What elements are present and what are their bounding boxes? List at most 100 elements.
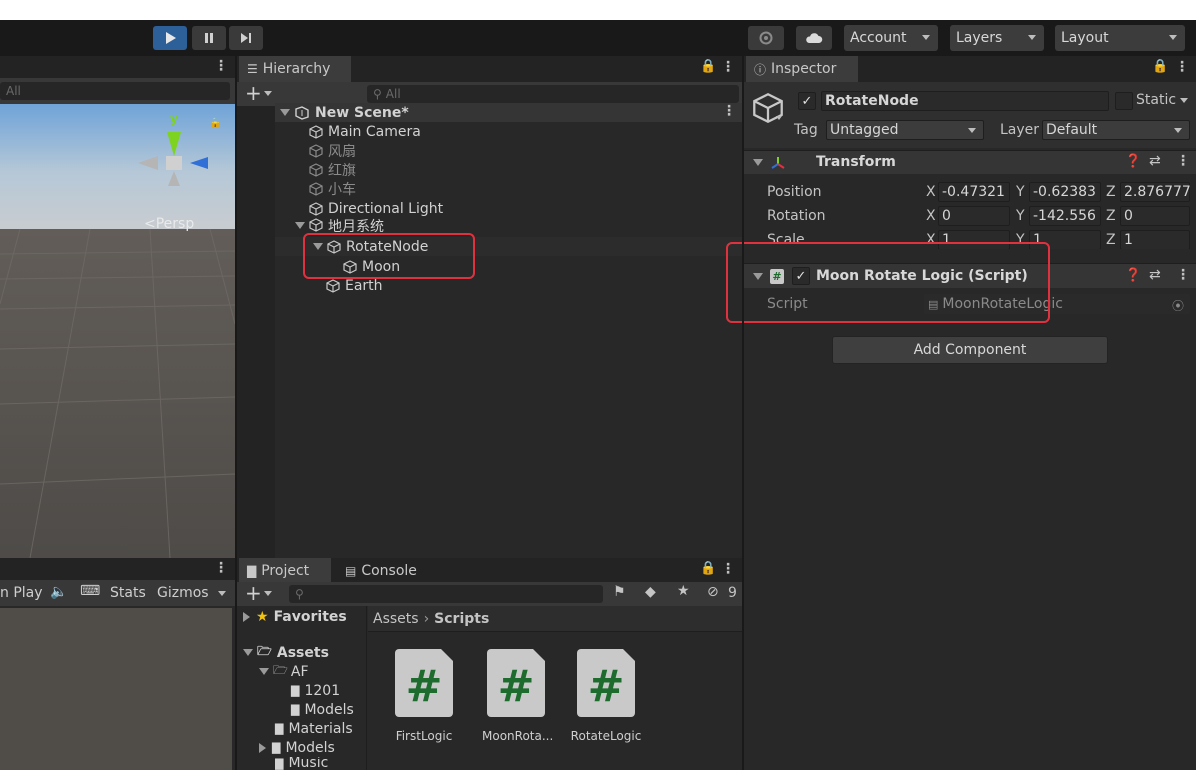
folder-row[interactable]: ▇ 1201 [291,681,340,700]
filter-by-type-icon[interactable]: ⚑ [613,584,626,600]
add-icon[interactable]: + [245,82,262,104]
position-x-field[interactable]: -0.47321 [938,182,1010,202]
tag-dropdown[interactable]: Untagged [826,120,984,140]
folder-row[interactable]: ▇ Music [275,757,328,770]
lock-icon[interactable]: 🔒 [1152,59,1168,74]
gizmos-button[interactable]: Gizmos [157,585,209,601]
hierarchy-gutter [237,106,275,558]
more-menu-icon[interactable]: ⋮ [721,561,735,577]
more-menu-icon[interactable]: ⋮ [1176,267,1190,283]
add-component-button[interactable]: Add Component [832,336,1108,364]
folder-row[interactable]: ▇ Models [291,700,354,719]
expand-arrow-icon[interactable] [259,668,269,675]
folder-row[interactable]: ▇ Models [259,738,335,757]
persp-label[interactable]: <Persp [144,216,194,232]
lock-icon[interactable]: 🔒 [700,561,716,576]
file-item[interactable]: # RotateLogic [570,649,642,744]
rotation-y-field[interactable]: -142.556 [1029,206,1101,226]
help-icon[interactable]: ❓ [1125,154,1141,169]
more-menu-icon[interactable]: ⋮ [722,103,736,119]
chevron-down-icon[interactable] [776,116,782,120]
collab-button[interactable] [748,26,784,50]
more-menu-icon[interactable]: ⋮ [214,560,228,576]
assets-row[interactable]: 🗁 Assets [243,643,329,662]
panel-divider[interactable] [742,56,744,770]
expand-arrow-icon[interactable] [243,649,253,656]
object-name-field[interactable]: RotateNode [821,91,1109,111]
tab-hierarchy[interactable]: ☰ Hierarchy [239,56,351,82]
step-button[interactable] [229,26,263,50]
stats-button[interactable]: Stats [110,585,146,601]
folder-icon: ▇ [275,757,284,770]
scale-z-field[interactable]: 1 [1120,230,1190,249]
rotation-z-field[interactable]: 0 [1120,206,1190,226]
panel-divider[interactable] [235,56,237,770]
account-dropdown[interactable]: Account [844,25,938,51]
chevron-down-icon[interactable] [218,591,226,596]
hierarchy-item-earth-moon-system[interactable]: 地月系统 [295,218,384,232]
more-menu-icon[interactable]: ⋮ [1176,153,1190,169]
keyboard-icon[interactable]: ⌨ [80,583,100,599]
hierarchy-item-main-camera[interactable]: Main Camera [309,122,421,141]
chevron-down-icon[interactable] [1180,98,1188,103]
folder-row[interactable]: ▇ Materials [275,719,353,738]
cloud-button[interactable] [796,26,832,50]
rotation-x-field[interactable]: 0 [938,206,1010,226]
tab-inspector[interactable]: ⓘ Inspector [746,56,858,82]
more-menu-icon[interactable]: ⋮ [1175,59,1189,75]
lock-icon[interactable]: 🔒 [209,118,221,129]
play-button[interactable] [153,26,187,50]
expand-arrow-icon[interactable] [753,159,763,166]
folder-row[interactable]: 🗁 AF [259,662,309,681]
list-icon: ☰ [247,62,258,76]
help-icon[interactable]: ❓ [1125,268,1141,283]
axis-z-label: Z [1106,184,1116,200]
favorites-row[interactable]: ★ Favorites [243,607,347,626]
scene-root-row[interactable]: New Scene* ⋮ [275,103,742,122]
chevron-down-icon[interactable] [264,591,272,596]
tab-console[interactable]: ▤ Console [337,558,437,584]
hierarchy-item-directional-light[interactable]: Directional Light [309,199,443,218]
file-item[interactable]: # FirstLogic [394,649,454,744]
lock-icon[interactable]: 🔒 [700,59,716,74]
position-x-value: -0.47321 [942,184,1005,200]
expand-arrow-icon[interactable] [295,222,305,229]
hierarchy-item-flag[interactable]: 红旗 [309,160,356,179]
chevron-down-icon[interactable] [264,91,272,96]
maximize-on-play-label[interactable]: n Play [0,585,43,601]
pause-button[interactable] [192,26,226,50]
breadcrumb-item[interactable]: Assets [373,611,419,627]
presets-icon[interactable]: ⇄ [1149,267,1161,283]
scene-search-input[interactable]: All [0,82,230,100]
hierarchy-search-input[interactable]: ⚲ All [367,85,739,103]
active-checkbox[interactable]: ✓ [798,92,816,110]
label-icon[interactable]: ◆ [645,584,656,600]
position-z-field[interactable]: 2.876777 [1120,182,1191,202]
expand-arrow-icon[interactable] [259,742,266,753]
scene-search-placeholder: All [6,84,21,98]
more-menu-icon[interactable]: ⋮ [214,58,228,74]
layer-dropdown[interactable]: Default [1042,120,1190,140]
transform-header[interactable]: Transform ❓ ⇄ ⋮ [744,150,1196,174]
hierarchy-item-fan[interactable]: 风扇 [309,141,356,160]
breadcrumb-item[interactable]: Scripts [434,611,489,627]
expand-arrow-icon[interactable] [243,611,250,622]
add-icon[interactable]: + [245,582,262,604]
file-item[interactable]: # MoonRota... [482,649,553,744]
presets-icon[interactable]: ⇄ [1149,153,1161,169]
static-checkbox[interactable] [1115,92,1133,110]
more-menu-icon[interactable]: ⋮ [721,59,735,75]
position-y-field[interactable]: -0.62383 [1029,182,1101,202]
step-icon [241,33,251,43]
project-search-input[interactable]: ⚲ [289,585,603,603]
layout-dropdown[interactable]: Layout [1055,25,1185,51]
folder-icon: ▇ [272,741,281,754]
audio-icon[interactable]: 🔈 [50,584,67,600]
hierarchy-item-car[interactable]: 小车 [309,179,356,198]
star-icon[interactable]: ★ [677,583,690,599]
hidden-packages-icon[interactable]: ⊘ [707,584,719,600]
scene-viewport[interactable]: y 🔒 <Persp [0,104,235,558]
expand-arrow-icon[interactable] [280,109,290,116]
layers-dropdown[interactable]: Layers [950,25,1044,51]
gameobject-icon [309,162,323,177]
